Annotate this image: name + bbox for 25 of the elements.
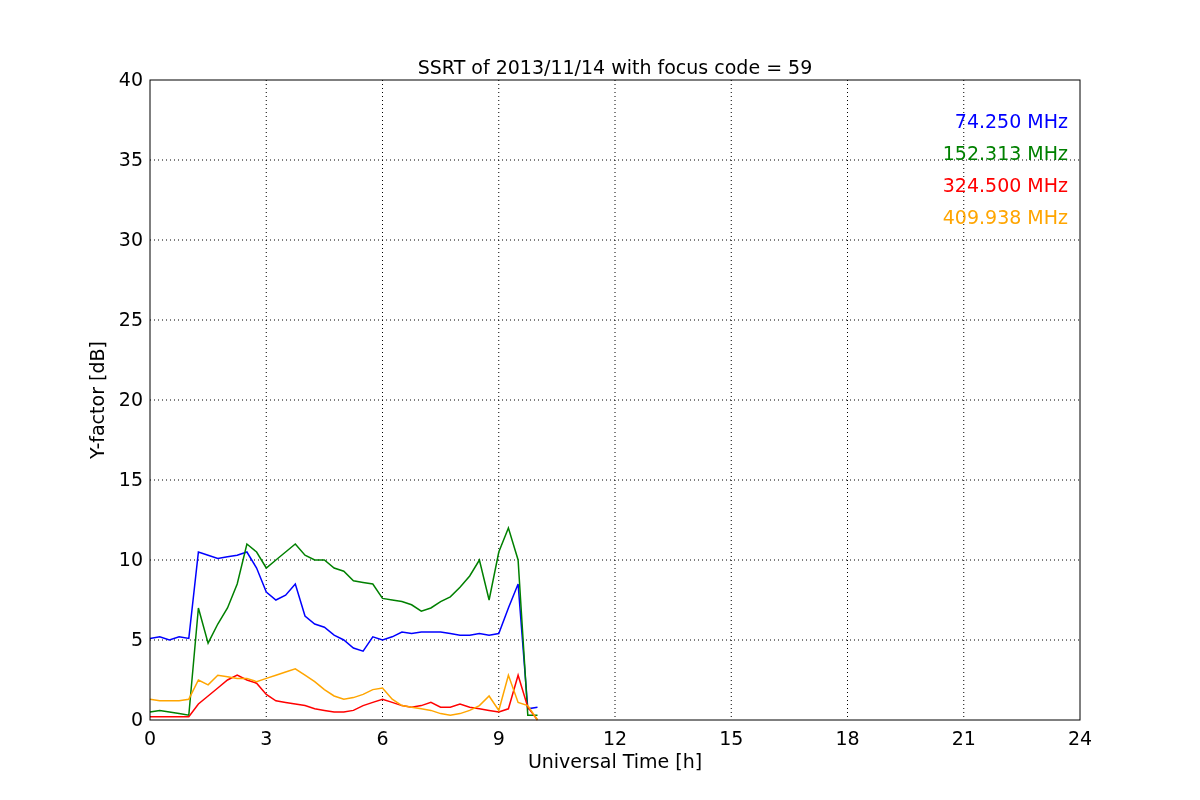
x-axis-label: Universal Time [h] (527, 750, 703, 772)
x-tick-label: 12 (602, 727, 628, 749)
y-tick-label: 40 (118, 68, 143, 90)
x-tick-label: 24 (1067, 727, 1093, 749)
y-tick-label: 25 (118, 308, 143, 330)
legend-label: 152.313 MHz (942, 142, 1068, 164)
y-tick-label: 5 (130, 628, 143, 650)
x-tick-label: 6 (376, 727, 389, 749)
x-tick-label: 21 (951, 727, 976, 749)
chart-title: SSRT of 2013/11/14 with focus code = 59 (417, 56, 813, 78)
x-tick-label: 3 (260, 727, 273, 749)
y-tick-label: 20 (118, 388, 143, 410)
legend-label: 74.250 MHz (954, 110, 1068, 132)
y-tick-label: 35 (118, 148, 143, 170)
y-axis-label: Y-factor [dB] (86, 341, 108, 459)
y-tick-label: 30 (118, 228, 143, 250)
x-tick-label: 0 (143, 727, 157, 749)
x-tick-label: 9 (492, 727, 505, 749)
y-tick-label: 0 (130, 708, 143, 730)
x-tick-label: 18 (835, 727, 860, 749)
y-tick-label: 15 (118, 468, 143, 490)
y-tick-label: 10 (118, 548, 143, 570)
x-tick-label: 15 (719, 727, 744, 749)
legend-label: 409.938 MHz (942, 206, 1068, 228)
legend-label: 324.500 MHz (942, 174, 1068, 196)
